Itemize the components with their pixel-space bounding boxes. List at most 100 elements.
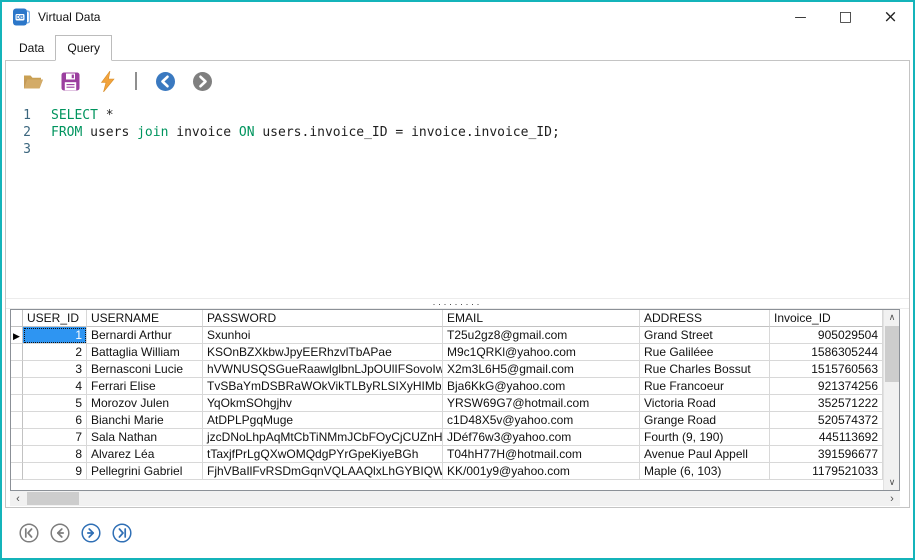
current-row-marker-icon: ▶ bbox=[13, 331, 20, 341]
table-cell[interactable]: 3 bbox=[23, 361, 87, 378]
column-header[interactable]: PASSWORD bbox=[203, 310, 443, 327]
row-header-cell[interactable] bbox=[11, 463, 23, 480]
record-pager bbox=[4, 508, 915, 558]
table-cell[interactable]: Fourth (9, 190) bbox=[640, 429, 770, 446]
table-cell[interactable]: 5 bbox=[23, 395, 87, 412]
table-row: 6Bianchi MarieAtDPLPgqMugec1D48X5v@yahoo… bbox=[11, 412, 883, 429]
history-back-button[interactable] bbox=[154, 70, 176, 92]
table-cell[interactable]: hVWNUSQSGueRaawlglbnLJpOUlIFSovoIwkAiEa bbox=[203, 361, 443, 378]
vertical-scroll-thumb[interactable] bbox=[885, 326, 899, 382]
table-cell[interactable]: 520574372 bbox=[770, 412, 883, 429]
tab-query[interactable]: Query bbox=[55, 35, 112, 61]
table-cell[interactable]: 905029504 bbox=[770, 327, 883, 344]
table-cell[interactable]: JDéf76w3@yahoo.com bbox=[443, 429, 640, 446]
save-button[interactable] bbox=[59, 70, 81, 92]
table-cell[interactable]: Ferrari Elise bbox=[87, 378, 203, 395]
splitter-handle[interactable]: ......... bbox=[6, 298, 909, 309]
scroll-right-icon[interactable]: › bbox=[884, 491, 900, 506]
close-button[interactable]: × bbox=[868, 2, 913, 32]
row-header-cell[interactable] bbox=[11, 395, 23, 412]
scroll-left-icon[interactable]: ‹ bbox=[10, 491, 26, 506]
table-cell[interactable]: Rue Francoeur bbox=[640, 378, 770, 395]
table-cell[interactable]: Grand Street bbox=[640, 327, 770, 344]
previous-record-button[interactable] bbox=[49, 522, 71, 544]
history-forward-button[interactable] bbox=[191, 70, 213, 92]
table-cell[interactable]: 4 bbox=[23, 378, 87, 395]
table-cell[interactable]: 1515760563 bbox=[770, 361, 883, 378]
sql-editor[interactable]: 1SELECT *2FROM users join invoice ON use… bbox=[7, 101, 908, 298]
table-cell[interactable]: M9c1QRKl@yahoo.com bbox=[443, 344, 640, 361]
table-cell[interactable]: KSOnBZXkbwJpyEERhzvlTbAPae bbox=[203, 344, 443, 361]
execute-query-button[interactable] bbox=[96, 70, 118, 92]
table-cell[interactable]: Sxunhoi bbox=[203, 327, 443, 344]
table-cell[interactable]: X2m3L6H5@gmail.com bbox=[443, 361, 640, 378]
table-cell[interactable]: 391596677 bbox=[770, 446, 883, 463]
tab-data[interactable]: Data bbox=[8, 37, 55, 60]
minimize-button[interactable]: — bbox=[778, 2, 823, 32]
column-header[interactable]: Invoice_ID bbox=[770, 310, 883, 327]
table-cell[interactable]: Alvarez Léa bbox=[87, 446, 203, 463]
table-cell[interactable]: 445113692 bbox=[770, 429, 883, 446]
table-cell[interactable]: 7 bbox=[23, 429, 87, 446]
table-cell[interactable]: 6 bbox=[23, 412, 87, 429]
table-cell[interactable]: Pellegrini Gabriel bbox=[87, 463, 203, 480]
table-cell[interactable]: KK/001y9@yahoo.com bbox=[443, 463, 640, 480]
table-cell[interactable]: T25u2gz8@gmail.com bbox=[443, 327, 640, 344]
table-cell[interactable]: TvSBaYmDSBRaWOkVikTLByRLSIXyHIMbZK bbox=[203, 378, 443, 395]
table-cell[interactable]: YqOkmSOhgjhv bbox=[203, 395, 443, 412]
first-record-button[interactable] bbox=[18, 522, 40, 544]
table-cell[interactable]: 1 bbox=[23, 327, 87, 344]
maximize-button[interactable]: □ bbox=[823, 2, 868, 32]
grid-body: USER_IDUSERNAMEPASSWORDEMAILADDRESSInvoi… bbox=[11, 310, 883, 490]
table-cell[interactable]: 921374256 bbox=[770, 378, 883, 395]
table-cell[interactable]: YRSW69G7@hotmail.com bbox=[443, 395, 640, 412]
table-cell[interactable]: Sala Nathan bbox=[87, 429, 203, 446]
last-record-button[interactable] bbox=[111, 522, 133, 544]
table-cell[interactable]: Avenue Paul Appell bbox=[640, 446, 770, 463]
row-header-cell[interactable] bbox=[11, 446, 23, 463]
table-cell[interactable]: Victoria Road bbox=[640, 395, 770, 412]
table-cell[interactable]: Bernardi Arthur bbox=[87, 327, 203, 344]
column-header[interactable]: ADDRESS bbox=[640, 310, 770, 327]
row-header-cell[interactable] bbox=[11, 412, 23, 429]
table-cell[interactable]: Maple (6, 103) bbox=[640, 463, 770, 480]
next-record-button[interactable] bbox=[80, 522, 102, 544]
column-header[interactable]: USERNAME bbox=[87, 310, 203, 327]
scroll-up-icon[interactable]: ∧ bbox=[884, 310, 900, 325]
table-cell[interactable]: AtDPLPgqMuge bbox=[203, 412, 443, 429]
row-header-cell[interactable] bbox=[11, 429, 23, 446]
table-cell[interactable]: Bernasconi Lucie bbox=[87, 361, 203, 378]
table-cell[interactable]: jzcDNoLhpAqMtCbTiNMmJCbFOyCjCUZnHWmTNsW bbox=[203, 429, 443, 446]
table-cell[interactable]: Rue Galiléee bbox=[640, 344, 770, 361]
horizontal-scroll-thumb[interactable] bbox=[27, 492, 79, 505]
row-header-cell[interactable] bbox=[11, 361, 23, 378]
table-cell[interactable]: T04hH77H@hotmail.com bbox=[443, 446, 640, 463]
table-cell[interactable]: 352571222 bbox=[770, 395, 883, 412]
svg-text:DB: DB bbox=[16, 15, 24, 21]
open-file-button[interactable] bbox=[22, 70, 44, 92]
table-cell[interactable]: FjhVBaIlFvRSDmGqnVQLAAQlxLhGYBIQWbU bbox=[203, 463, 443, 480]
table-cell[interactable]: Battaglia William bbox=[87, 344, 203, 361]
column-header[interactable]: USER_ID bbox=[23, 310, 87, 327]
vertical-scrollbar[interactable]: ∧ ∨ bbox=[883, 310, 899, 490]
table-cell[interactable]: 2 bbox=[23, 344, 87, 361]
table-cell[interactable]: Bianchi Marie bbox=[87, 412, 203, 429]
table-row: 5Morozov JulenYqOkmSOhgjhvYRSW69G7@hotma… bbox=[11, 395, 883, 412]
row-header-cell[interactable]: ▶ bbox=[11, 327, 23, 344]
row-header-cell[interactable] bbox=[11, 378, 23, 395]
table-cell[interactable]: Morozov Julen bbox=[87, 395, 203, 412]
table-cell[interactable]: Bja6KkG@yahoo.com bbox=[443, 378, 640, 395]
horizontal-scrollbar[interactable]: ‹ › bbox=[10, 491, 900, 506]
table-cell[interactable]: 9 bbox=[23, 463, 87, 480]
table-cell[interactable]: 8 bbox=[23, 446, 87, 463]
table-cell[interactable]: 1586305244 bbox=[770, 344, 883, 361]
scroll-down-icon[interactable]: ∨ bbox=[884, 475, 900, 490]
table-cell[interactable]: tTaxjfPrLgQXwOMQdgPYrGpeKiyeBGh bbox=[203, 446, 443, 463]
table-cell[interactable]: Rue Charles Bossut bbox=[640, 361, 770, 378]
sql-text: users bbox=[82, 125, 137, 140]
table-cell[interactable]: Grange Road bbox=[640, 412, 770, 429]
table-cell[interactable]: c1D48X5v@yahoo.com bbox=[443, 412, 640, 429]
row-header-cell[interactable] bbox=[11, 344, 23, 361]
table-cell[interactable]: 1179521033 bbox=[770, 463, 883, 480]
column-header[interactable]: EMAIL bbox=[443, 310, 640, 327]
